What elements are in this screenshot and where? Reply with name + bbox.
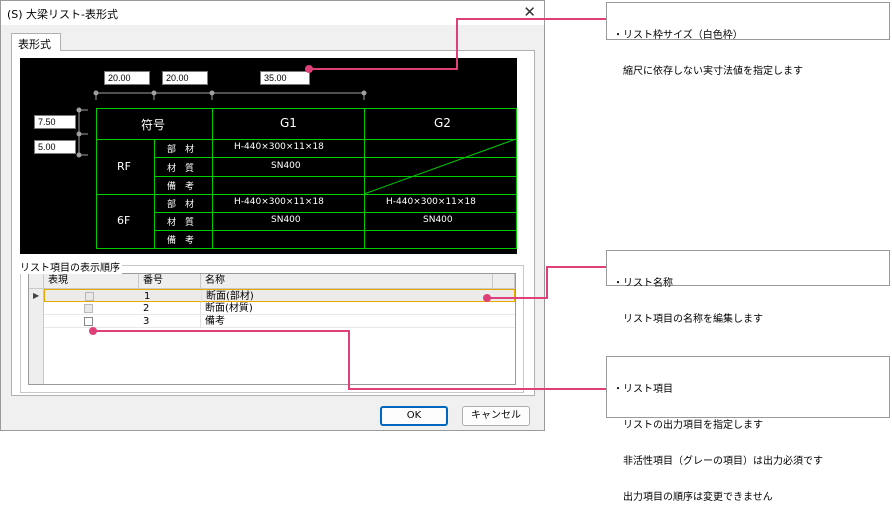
visible-checkbox[interactable] — [84, 317, 93, 326]
column-header-filler — [493, 274, 515, 289]
callout-text: 縮尺に依存しない実寸法値を指定します — [613, 66, 803, 77]
list-format-dialog: (S) 大梁リスト-表形式 ✕ 表形式 20.00 20.00 35.00 7.… — [0, 0, 545, 431]
row-header[interactable] — [29, 302, 44, 315]
preview-header-g1: G1 — [280, 116, 297, 130]
callout-text: ・リスト名称 — [613, 278, 673, 289]
preview-item: 備 考 — [167, 236, 195, 246]
connector-line — [348, 330, 350, 390]
row-number: 3 — [139, 315, 201, 328]
preview-text: 符号 G1 G2 RF 部 材 材 質 備 考 H-440×300×11×18 … — [20, 58, 517, 254]
marker-dot — [483, 294, 491, 302]
callout-text: ・リスト枠サイズ（白色枠） — [613, 30, 743, 41]
connector-line — [546, 266, 607, 268]
marker-dot — [305, 65, 313, 73]
callout-text: 出力項目の順序は変更できません — [613, 492, 773, 503]
preview-floor-6f: 6F — [117, 214, 131, 227]
table-row[interactable]: 3 備考 — [44, 315, 515, 328]
callout-list-items: ・リスト項目 リストの出力項目を指定します 非活性項目（グレーの項目）は出力必須… — [606, 356, 890, 503]
connector-line — [487, 297, 547, 299]
grid-corner — [29, 274, 44, 289]
preview-cell: SN400 — [271, 161, 301, 171]
table-row[interactable]: 2 断面(材質) — [44, 302, 515, 315]
ok-button[interactable]: OK — [380, 406, 448, 426]
title-bar: (S) 大梁リスト-表形式 ✕ — [1, 1, 544, 25]
tab-table-format[interactable]: 表形式 — [11, 33, 61, 51]
row-name[interactable]: 断面(材質) — [201, 302, 401, 315]
connector-line — [456, 18, 458, 70]
preview-cell: SN400 — [271, 215, 301, 225]
row-header[interactable] — [29, 315, 44, 328]
callout-text: ・リスト項目 — [613, 384, 673, 395]
preview-item: 部 材 — [167, 200, 195, 210]
preview-cell: H-440×300×11×18 — [386, 197, 476, 207]
column-header-visible[interactable]: 表現 — [44, 274, 139, 289]
row-header-empty — [29, 328, 44, 384]
order-group-label: リスト項目の表示順序 — [18, 259, 122, 274]
preview-header-g2: G2 — [434, 116, 451, 130]
column-header-number[interactable]: 番号 — [139, 274, 201, 289]
row-header[interactable]: ▶ — [29, 289, 44, 302]
preview-item: 備 考 — [167, 182, 195, 192]
preview-item: 材 質 — [167, 164, 195, 174]
connector-line — [309, 68, 457, 70]
visible-checkbox — [85, 292, 94, 301]
triangle-right-icon: ▶ — [33, 291, 40, 300]
callout-list-name: ・リスト名称 リスト項目の名称を編集します — [606, 250, 890, 325]
connector-line — [546, 266, 548, 299]
connector-line — [348, 388, 607, 390]
tab-panel: 20.00 20.00 35.00 7.50 5.00 符号 G1 G2 RF … — [11, 50, 535, 396]
callout-text: 非活性項目（グレーの項目）は出力必須です — [613, 456, 823, 467]
tab-area: 表形式 20.00 20.00 35.00 7.50 5.00 符号 G1 G2… — [11, 33, 535, 397]
callout-frame-size: ・リスト枠サイズ（白色枠） 縮尺に依存しない実寸法値を指定します — [606, 2, 890, 77]
preview-item: 部 材 — [167, 145, 195, 155]
dialog-title: (S) 大梁リスト-表形式 — [7, 8, 119, 21]
table-row[interactable]: 1 断面(部材) — [44, 289, 515, 303]
column-header-name[interactable]: 名称 — [201, 274, 493, 289]
connector-line — [93, 330, 349, 332]
preview-cell: H-440×300×11×18 — [234, 197, 324, 207]
cancel-button[interactable]: キャンセル — [462, 406, 530, 426]
connector-line — [456, 18, 607, 20]
list-preview: 20.00 20.00 35.00 7.50 5.00 符号 G1 G2 RF … — [20, 58, 517, 254]
preview-cell: SN400 — [423, 215, 453, 225]
callout-text: リストの出力項目を指定します — [613, 420, 763, 431]
row-name[interactable]: 備考 — [201, 315, 401, 328]
preview-header-label: 符号 — [141, 118, 166, 132]
preview-item: 材 質 — [167, 218, 195, 228]
callout-text: リスト項目の名称を編集します — [613, 314, 763, 325]
marker-dot — [89, 327, 97, 335]
row-number: 2 — [139, 302, 201, 315]
visible-checkbox — [84, 304, 93, 313]
preview-floor-rf: RF — [117, 160, 131, 173]
order-grid: 表現 番号 名称 ▶ 1 断面(部材) 2 断面(材質) 3 備考 — [28, 273, 516, 385]
preview-cell: H-440×300×11×18 — [234, 142, 324, 152]
